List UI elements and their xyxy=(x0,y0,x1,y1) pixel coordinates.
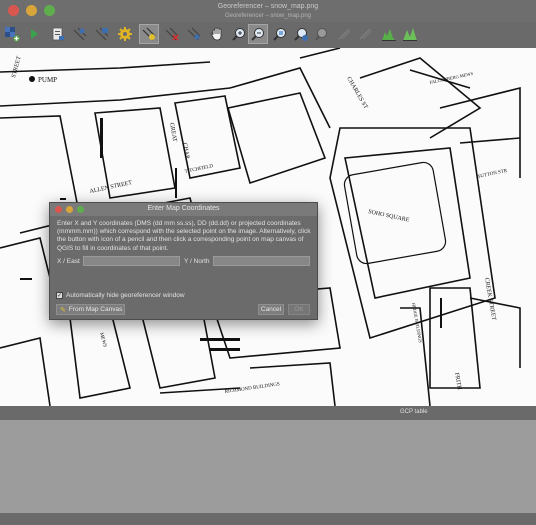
dialog-titlebar: Enter Map Coordinates xyxy=(50,203,317,216)
map-label-creek-street: CREEK STREET xyxy=(483,277,496,321)
map-label-pump: PUMP xyxy=(38,76,57,84)
delete-point-icon[interactable] xyxy=(162,24,182,44)
window-subtitle: Georeferencer – snow_map.png xyxy=(224,13,312,19)
add-point-icon[interactable] xyxy=(139,24,159,44)
auto-hide-label: Automatically hide georeferencer window xyxy=(66,292,185,299)
x-east-label: X / East xyxy=(57,258,80,265)
link-georeferencer-icon[interactable] xyxy=(334,24,354,44)
from-map-canvas-button[interactable]: ✎ From Map Canvas xyxy=(56,304,125,315)
from-map-canvas-label: From Map Canvas xyxy=(68,306,123,313)
gcp-table[interactable] xyxy=(0,420,536,513)
zoom-to-layer-icon[interactable] xyxy=(270,24,290,44)
y-north-label: Y / North xyxy=(184,258,210,265)
pan-icon[interactable] xyxy=(207,24,227,44)
zoom-next-icon[interactable] xyxy=(312,24,332,44)
window-title: Georeferencer – snow_map.png xyxy=(217,3,319,10)
gcp-table-header: GCP table xyxy=(0,406,536,420)
pencil-icon: ✎ xyxy=(60,306,66,314)
map-label-soho-square: SOHO SQUARE xyxy=(368,209,410,224)
ok-button[interactable]: OK xyxy=(288,304,310,315)
zoom-last-icon[interactable] xyxy=(291,24,311,44)
map-label-street: STREET xyxy=(11,55,23,78)
map-label-allen-street: ALLEN STREET xyxy=(89,180,133,195)
map-label-mews: MEWS xyxy=(98,332,107,348)
gcp-table-title: GCP table xyxy=(400,409,428,415)
load-gcp-points-icon[interactable] xyxy=(70,24,90,44)
generate-gdal-script-icon[interactable] xyxy=(48,24,68,44)
local-histogram-stretch-icon[interactable] xyxy=(400,24,420,44)
y-north-input[interactable] xyxy=(213,256,310,266)
zoom-in-icon[interactable] xyxy=(229,24,249,44)
enter-map-coordinates-dialog: Enter Map Coordinates Enter X and Y coor… xyxy=(49,202,318,320)
cancel-button[interactable]: Cancel xyxy=(258,304,284,315)
link-qgis-icon[interactable] xyxy=(355,24,375,44)
save-gcp-points-icon[interactable] xyxy=(92,24,112,44)
map-label-sutton-str: SUTTON STR xyxy=(477,169,508,180)
map-label-chapel: CHAP xyxy=(181,142,190,159)
status-bar xyxy=(0,513,536,525)
window-titlebar: Georeferencer – snow_map.png Georeferenc… xyxy=(0,0,536,22)
start-georeferencing-icon[interactable] xyxy=(24,24,44,44)
georeferencer-toolbar xyxy=(0,22,536,49)
transformation-settings-icon[interactable] xyxy=(115,24,135,44)
x-east-input[interactable] xyxy=(83,256,180,266)
add-raster-icon[interactable] xyxy=(2,24,22,44)
full-histogram-stretch-icon[interactable] xyxy=(379,24,399,44)
map-label-richmond-buildings: RICHMOND BUILDINGS xyxy=(225,382,281,395)
dialog-title: Enter Map Coordinates xyxy=(147,205,220,212)
auto-hide-checkbox[interactable]: ✓ xyxy=(56,292,63,299)
map-label-charles-st: CHARLES ST xyxy=(345,76,368,110)
map-label-great: GREAT xyxy=(168,122,177,142)
move-gcp-point-icon[interactable] xyxy=(184,24,204,44)
dialog-instructions: Enter X and Y coordinates (DMS (dd mm ss… xyxy=(57,220,311,252)
zoom-out-icon[interactable] xyxy=(248,24,268,44)
